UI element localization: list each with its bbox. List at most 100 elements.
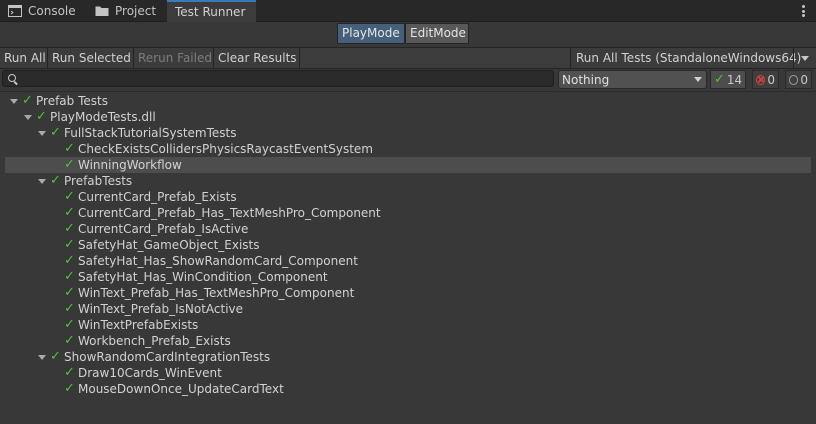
tree-item-label: CheckExistsCollidersPhysicsRaycastEventS… [78,142,373,156]
skipped-icon [789,74,799,85]
tree-item-label: PlayModeTests.dll [50,110,156,124]
passed-check-icon: ✓ [64,141,75,156]
clear-results-button[interactable]: Clear Results [214,48,300,69]
failed-filter-toggle[interactable]: 0 [752,70,779,89]
tree-item-label: MouseDownOnce_UpdateCardText [78,382,284,396]
tree-item-label: CurrentCard_Prefab_Has_TextMeshPro_Compo… [78,206,381,220]
more-options-icon[interactable] [800,3,806,19]
passed-check-icon: ✓ [64,301,75,316]
foldout-arrow-icon[interactable] [24,113,32,121]
rerun-failed-button[interactable]: Rerun Failed [134,48,214,69]
tree-test-row[interactable]: ✓ CurrentCard_Prefab_IsActive [0,221,816,237]
chevron-down-icon [694,77,702,82]
window-tab-bar: Console Project Test Runner [0,0,816,22]
passed-check-icon: ✓ [50,349,61,364]
test-toolbar: Run All Run Selected Rerun Failed Clear … [0,47,816,69]
test-tree: ✓ Prefab Tests ✓ PlayModeTests.dll ✓ FullStac… [0,91,816,424]
tree-test-row[interactable]: ✓ Draw10Cards_WinEvent [0,365,816,381]
tree-group-row[interactable]: ✓ FullStackTutorialSystemTests [0,125,816,141]
tree-item-label: Draw10Cards_WinEvent [78,366,222,380]
run-all-button[interactable]: Run All [0,48,48,69]
tree-item-label: FullStackTutorialSystemTests [64,126,237,140]
run-selected-button[interactable]: Run Selected [48,48,134,69]
passed-check-icon: ✓ [36,109,47,124]
tab-test-runner[interactable]: Test Runner [167,0,256,22]
run-all-tests-label: Run All Tests (StandaloneWindows64) [576,51,802,65]
console-icon [8,5,22,17]
passed-check-icon: ✓ [64,317,75,332]
tree-group-row[interactable]: ✓ ShowRandomCardIntegrationTests [0,349,816,365]
tree-item-label: Prefab Tests [36,94,108,108]
tree-test-row[interactable]: ✓ SafetyHat_Has_WinCondition_Component [0,269,816,285]
passed-check-icon: ✓ [64,221,75,236]
tree-test-row[interactable]: ✓ WinningWorkflow [5,157,811,173]
search-field[interactable] [2,70,554,87]
passed-check-icon: ✓ [64,333,75,348]
tree-test-row[interactable]: ✓ CurrentCard_Prefab_Has_TextMeshPro_Comp… [0,205,816,221]
tree-item-label: WinText_Prefab_Has_TextMeshPro_Component [78,286,355,300]
tree-test-row[interactable]: ✓ WinTextPrefabExists [0,317,816,333]
tree-item-label: WinTextPrefabExists [78,318,199,332]
passed-check-icon: ✓ [64,205,75,220]
tree-item-label: WinningWorkflow [78,158,182,172]
dropdown-divider [793,48,794,69]
passed-check-icon: ✓ [22,93,33,108]
passed-check-icon: ✓ [64,189,75,204]
tab-console-label: Console [28,4,76,18]
tree-item-label: CurrentCard_Prefab_IsActive [78,222,249,236]
tree-item-label: WinText_Prefab_IsNotActive [78,302,244,316]
tree-group-row[interactable]: ✓ PrefabTests [0,173,816,189]
run-all-tests-dropdown[interactable]: Run All Tests (StandaloneWindows64) [570,48,816,69]
passed-check-icon: ✓ [64,285,75,300]
tree-item-label: Workbench_Prefab_Exists [78,334,231,348]
tab-project[interactable]: Project [87,0,164,22]
search-icon [8,74,16,82]
folder-icon [95,6,109,16]
failed-icon [756,74,766,85]
chevron-down-icon [801,56,809,61]
tree-test-row[interactable]: ✓ MouseDownOnce_UpdateCardText [0,381,816,397]
tree-item-label: CurrentCard_Prefab_Exists [78,190,237,204]
tree-group-row[interactable]: ✓ PlayModeTests.dll [0,109,816,125]
editmode-button[interactable]: EditMode [405,23,469,44]
skipped-count: 0 [800,72,808,87]
playmode-button[interactable]: PlayMode [337,23,405,44]
tree-test-row[interactable]: ✓ CheckExistsCollidersPhysicsRaycastEvent… [0,141,816,157]
search-input[interactable] [19,71,549,86]
skipped-filter-toggle[interactable]: 0 [785,70,812,89]
tab-console[interactable]: Console [0,0,84,22]
failed-count: 0 [767,72,775,87]
tree-item-label: ShowRandomCardIntegrationTests [64,350,271,364]
category-select[interactable]: Nothing [558,70,707,89]
tab-test-runner-label: Test Runner [175,5,246,19]
tree-item-label: PrefabTests [64,174,133,188]
passed-check-icon: ✓ [64,157,75,172]
foldout-arrow-icon[interactable] [10,97,18,105]
foldout-arrow-icon[interactable] [38,177,46,185]
passed-check-icon: ✓ [64,237,75,252]
tree-item-label: SafetyHat_Has_ShowRandomCard_Component [78,254,358,268]
tree-test-row[interactable]: ✓ CurrentCard_Prefab_Exists [0,189,816,205]
tree-item-label: SafetyHat_GameObject_Exists [78,238,260,252]
foldout-arrow-icon[interactable] [38,353,46,361]
passed-count: 14 [726,72,743,87]
passed-check-icon: ✓ [50,173,61,188]
passed-check-icon: ✓ [64,381,75,396]
tree-test-row[interactable]: ✓ WinText_Prefab_Has_TextMeshPro_Componen… [0,285,816,301]
tree-group-row[interactable]: ✓ Prefab Tests [0,93,816,109]
passed-check-icon: ✓ [64,269,75,284]
passed-check-icon: ✓ [64,253,75,268]
filter-bar: Nothing ✓ 14 0 0 [0,69,816,91]
tree-test-row[interactable]: ✓ SafetyHat_GameObject_Exists [0,237,816,253]
tab-project-label: Project [115,4,157,18]
foldout-arrow-icon[interactable] [38,129,46,137]
passed-check-icon: ✓ [50,125,61,140]
category-select-value: Nothing [562,73,610,87]
check-icon: ✓ [714,71,725,87]
tree-item-label: SafetyHat_Has_WinCondition_Component [78,270,328,284]
tree-test-row[interactable]: ✓ WinText_Prefab_IsNotActive [0,301,816,317]
passed-filter-toggle[interactable]: ✓ 14 [710,70,746,89]
passed-check-icon: ✓ [64,365,75,380]
tree-test-row[interactable]: ✓ SafetyHat_Has_ShowRandomCard_Component [0,253,816,269]
tree-test-row[interactable]: ✓ Workbench_Prefab_Exists [0,333,816,349]
